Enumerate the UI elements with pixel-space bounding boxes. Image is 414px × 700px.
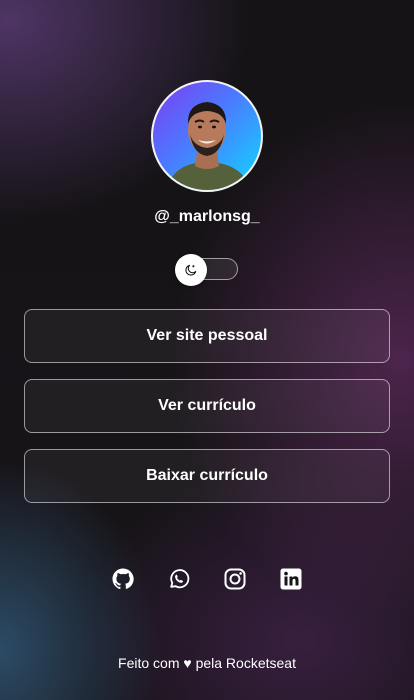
toggle-knob[interactable] <box>175 254 207 286</box>
download-resume-button[interactable]: Baixar currículo <box>24 449 390 503</box>
moon-icon <box>185 264 197 276</box>
theme-toggle[interactable] <box>175 254 239 286</box>
personal-site-button[interactable]: Ver site pessoal <box>24 309 390 363</box>
profile-avatar <box>151 80 263 192</box>
whatsapp-icon <box>170 569 190 589</box>
github-link[interactable] <box>110 566 136 592</box>
instagram-link[interactable] <box>222 566 248 592</box>
whatsapp-link[interactable] <box>166 566 192 592</box>
instagram-icon <box>224 568 246 590</box>
profile-username: @_marlonsg_ <box>154 208 260 225</box>
footer-credit: Feito com ♥ pela Rocketseat <box>118 655 296 671</box>
github-icon <box>112 568 134 590</box>
linkedin-icon <box>280 568 302 590</box>
view-resume-button[interactable]: Ver currículo <box>24 379 390 433</box>
linkedin-link[interactable] <box>278 566 304 592</box>
profile-photo <box>167 102 251 190</box>
